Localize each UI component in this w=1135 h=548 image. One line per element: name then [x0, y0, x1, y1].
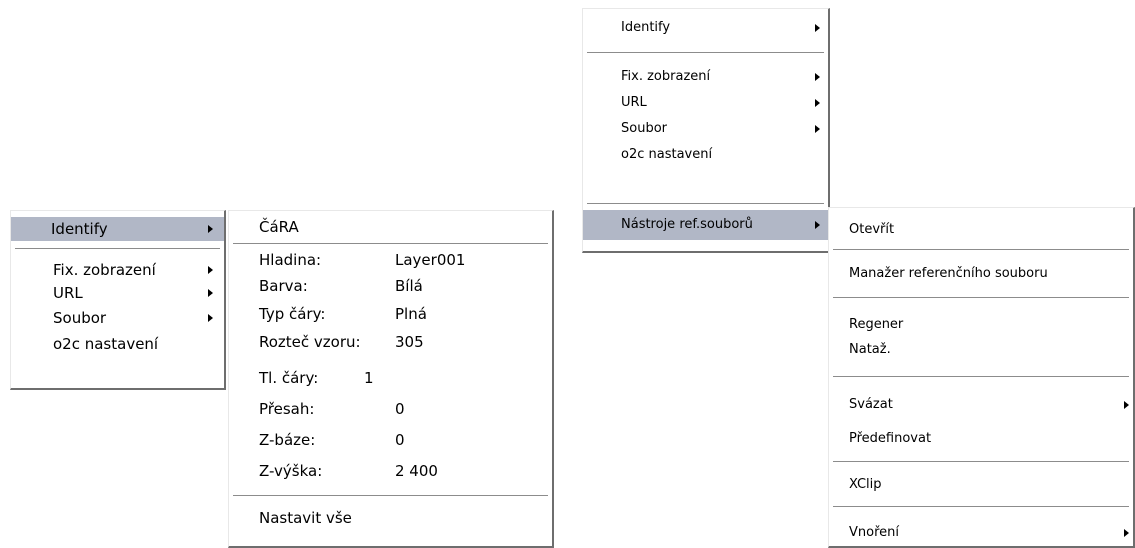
- menu-item-label: Identify: [621, 20, 671, 35]
- menu-separator: [833, 376, 1129, 378]
- chevron-right-icon: [815, 73, 820, 81]
- menu-item-label: Otevřít: [849, 222, 895, 237]
- chevron-right-icon: [208, 266, 213, 274]
- property-value-tl-cary: 1: [364, 369, 374, 387]
- menu-item-label: Nástroje ref.souborů: [621, 217, 753, 232]
- chevron-right-icon: [1124, 401, 1129, 409]
- menu-item-label: Soubor: [621, 121, 667, 136]
- property-key-barva: Barva:: [259, 277, 308, 295]
- menu-item-label: Fix. zobrazení: [53, 261, 156, 279]
- property-key-tl-cary: Tl. čáry:: [259, 369, 319, 387]
- menu-separator: [833, 297, 1129, 299]
- menu-item-nastroje-ref-souboru[interactable]: Nástroje ref.souborů: [583, 210, 828, 240]
- panel-separator: [233, 243, 548, 245]
- menu-item-url[interactable]: URL: [583, 92, 828, 114]
- identify-panel: ČáRA Hladina: Layer001 Barva: Bílá Typ č…: [228, 210, 554, 548]
- submenu-item-otevrit[interactable]: Otevřít: [829, 219, 1133, 241]
- menu-item-label: Vnoření: [849, 525, 899, 540]
- menu-separator: [587, 203, 824, 205]
- chevron-right-icon: [208, 314, 213, 322]
- menu-separator: [833, 249, 1129, 251]
- menu-item-label: Regener: [849, 317, 904, 332]
- submenu-item-xclip[interactable]: XClip: [829, 474, 1133, 496]
- menu-item-fix-zobrazeni[interactable]: Fix. zobrazení: [583, 66, 828, 88]
- menu-separator: [833, 506, 1129, 508]
- property-key-z-vyska: Z-výška:: [259, 462, 323, 480]
- panel-separator: [233, 495, 548, 497]
- submenu-item-nataz[interactable]: Nataž.: [829, 339, 1133, 361]
- menu-item-label: Fix. zobrazení: [621, 69, 711, 84]
- property-value-presah: 0: [395, 400, 405, 418]
- property-key-roztec-vzoru: Rozteč vzoru:: [259, 333, 361, 351]
- menu-item-label: XClip: [849, 477, 882, 492]
- ref-tools-submenu: Otevřít Manažer referenčního souboru Reg…: [828, 207, 1135, 548]
- property-key-z-baze: Z-báze:: [259, 431, 316, 449]
- submenu-item-manazer[interactable]: Manažer referenčního souboru: [829, 263, 1133, 285]
- chevron-right-icon: [208, 289, 213, 297]
- context-menu-right: Identify Fix. zobrazení URL Soubor o2c n…: [582, 8, 830, 253]
- property-value-hladina: Layer001: [395, 251, 466, 269]
- submenu-item-regener[interactable]: Regener: [829, 314, 1133, 336]
- chevron-right-icon: [815, 125, 820, 133]
- property-value-typ-cary: Plná: [395, 305, 427, 323]
- entity-title: ČáRA: [259, 218, 299, 236]
- property-value-roztec-vzoru: 305: [395, 333, 424, 351]
- property-key-typ-cary: Typ čáry:: [259, 305, 326, 323]
- menu-item-label: URL: [53, 284, 83, 302]
- menu-item-label: Svázat: [849, 397, 893, 412]
- menu-item-url[interactable]: URL: [11, 282, 224, 304]
- menu-separator: [15, 248, 220, 250]
- menu-item-label: Identify: [51, 220, 108, 238]
- property-value-barva: Bílá: [395, 277, 423, 295]
- property-key-hladina: Hladina:: [259, 251, 322, 269]
- chevron-right-icon: [1124, 529, 1129, 537]
- submenu-item-svazat[interactable]: Svázat: [829, 394, 1133, 416]
- menu-item-identify[interactable]: Identify: [11, 217, 224, 241]
- submenu-item-vnoreni[interactable]: Vnoření: [829, 522, 1133, 544]
- menu-item-label: o2c nastavení: [621, 147, 713, 162]
- property-value-z-vyska: 2 400: [395, 462, 438, 480]
- menu-item-fix-zobrazeni[interactable]: Fix. zobrazení: [11, 259, 224, 281]
- property-value-z-baze: 0: [395, 431, 405, 449]
- menu-item-soubor[interactable]: Soubor: [11, 307, 224, 329]
- menu-item-label: Manažer referenčního souboru: [849, 266, 1048, 281]
- chevron-right-icon: [815, 24, 820, 32]
- menu-item-soubor[interactable]: Soubor: [583, 118, 828, 140]
- menu-separator: [587, 52, 824, 54]
- menu-separator: [833, 461, 1129, 463]
- context-menu-left: Identify Fix. zobrazení URL Soubor o2c n…: [10, 210, 226, 390]
- set-all-button[interactable]: Nastavit vše: [259, 507, 352, 529]
- menu-item-label: Nataž.: [849, 342, 891, 357]
- property-key-presah: Přesah:: [259, 400, 315, 418]
- menu-item-identify[interactable]: Identify: [583, 17, 828, 39]
- chevron-right-icon: [208, 225, 213, 233]
- menu-item-label: Soubor: [53, 309, 107, 327]
- submenu-item-predefinovat[interactable]: Předefinovat: [829, 428, 1133, 450]
- menu-item-o2c-nastaveni[interactable]: o2c nastavení: [11, 333, 224, 355]
- chevron-right-icon: [815, 99, 820, 107]
- menu-item-label: o2c nastavení: [53, 335, 159, 353]
- menu-item-label: Předefinovat: [849, 431, 932, 446]
- menu-item-label: URL: [621, 95, 647, 110]
- chevron-right-icon: [815, 221, 820, 229]
- menu-item-o2c-nastaveni[interactable]: o2c nastavení: [583, 144, 828, 166]
